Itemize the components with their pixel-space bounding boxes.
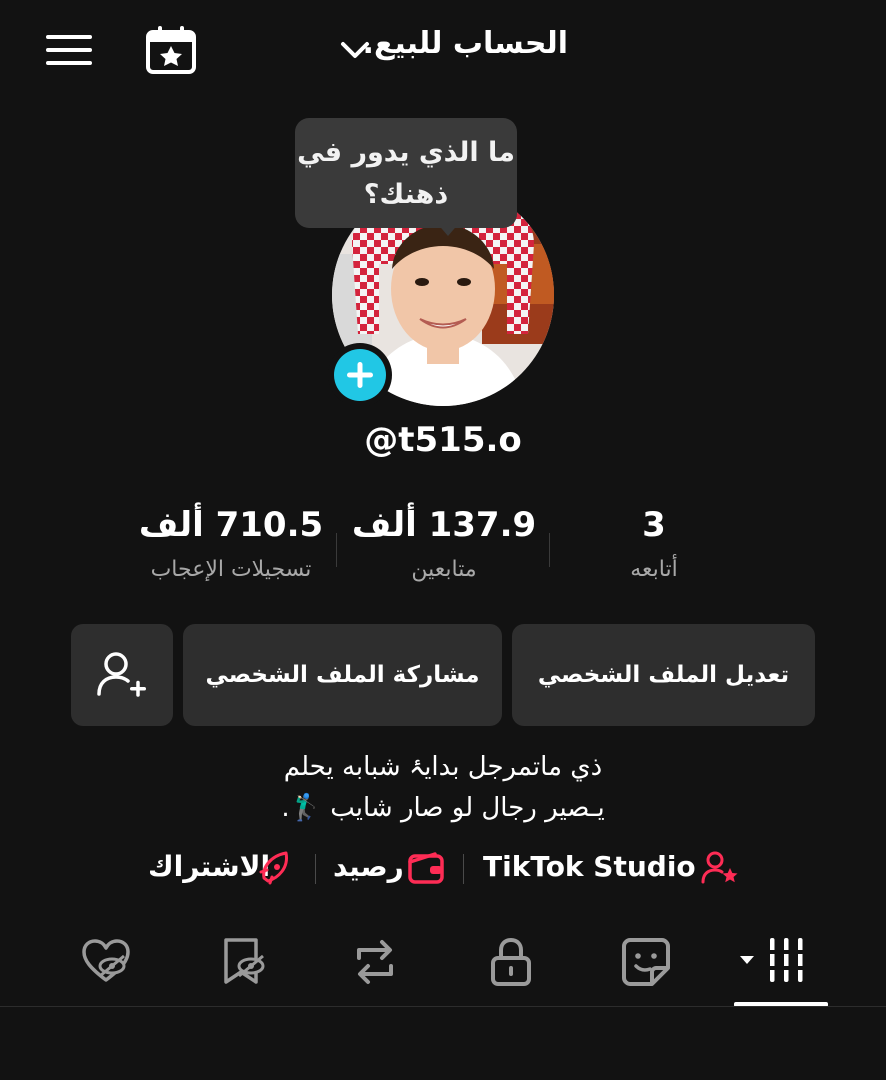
balance-link-label[interactable]: رصيد bbox=[333, 850, 404, 883]
following-label: أتابعه bbox=[630, 557, 678, 582]
stat-followers[interactable]: 137.9 ألف متابعين bbox=[346, 505, 542, 582]
stat-likes: 710.5 ألف تسجيلات الإعجاب bbox=[116, 505, 346, 582]
stat-divider bbox=[336, 533, 337, 567]
following-count: 3 bbox=[642, 505, 666, 545]
content-area bbox=[0, 1007, 886, 1080]
account-name-title[interactable]: الحساب للبيع. bbox=[363, 26, 568, 61]
creator-star-icon[interactable] bbox=[700, 848, 740, 888]
lock-icon[interactable] bbox=[485, 936, 537, 988]
stat-divider bbox=[549, 533, 550, 567]
repost-icon[interactable] bbox=[349, 936, 401, 988]
plus-icon bbox=[347, 362, 373, 388]
edit-profile-button[interactable]: تعديل الملف الشخصي bbox=[512, 624, 815, 726]
hamburger-menu-icon[interactable] bbox=[44, 30, 94, 70]
followers-count: 137.9 ألف bbox=[351, 505, 537, 545]
subscription-rocket-icon[interactable] bbox=[256, 848, 296, 888]
share-profile-button[interactable]: مشاركة الملف الشخصي bbox=[183, 624, 502, 726]
videos-grid-icon[interactable] bbox=[738, 936, 808, 984]
links-separator bbox=[315, 854, 316, 884]
thought-bubble-text[interactable]: ما الذي يدور في ذهنك؟ bbox=[295, 132, 517, 216]
bio-line-2: يـصير رجال لو صار شايب 🏌🏻‍♂️. bbox=[281, 793, 605, 823]
add-avatar-button[interactable] bbox=[328, 343, 392, 407]
likes-label: تسجيلات الإعجاب bbox=[150, 557, 312, 582]
followers-label: متابعين bbox=[411, 557, 477, 582]
liked-hidden-icon[interactable] bbox=[80, 936, 132, 988]
chevron-down-icon[interactable] bbox=[338, 36, 372, 64]
add-friend-button[interactable] bbox=[71, 624, 173, 726]
story-sticker-icon[interactable] bbox=[620, 936, 672, 988]
username: @t515.o bbox=[364, 420, 522, 460]
subscription-link-label[interactable]: الاشتراك bbox=[148, 850, 270, 883]
wallet-icon[interactable] bbox=[407, 850, 445, 886]
calendar-star-icon[interactable] bbox=[144, 24, 198, 76]
thought-bubble-tail bbox=[436, 222, 460, 236]
tiktok-studio-link-label[interactable]: TikTok Studio bbox=[483, 850, 696, 883]
likes-count: 710.5 ألف bbox=[138, 505, 324, 545]
bookmark-hidden-icon[interactable] bbox=[218, 936, 270, 988]
bio-line-1: ذي ماتمرجل بدايۂ شبابه يحلم bbox=[283, 752, 603, 782]
add-user-icon bbox=[97, 652, 146, 697]
links-separator bbox=[463, 854, 464, 884]
stat-following[interactable]: 3 أتابعه bbox=[556, 505, 752, 582]
